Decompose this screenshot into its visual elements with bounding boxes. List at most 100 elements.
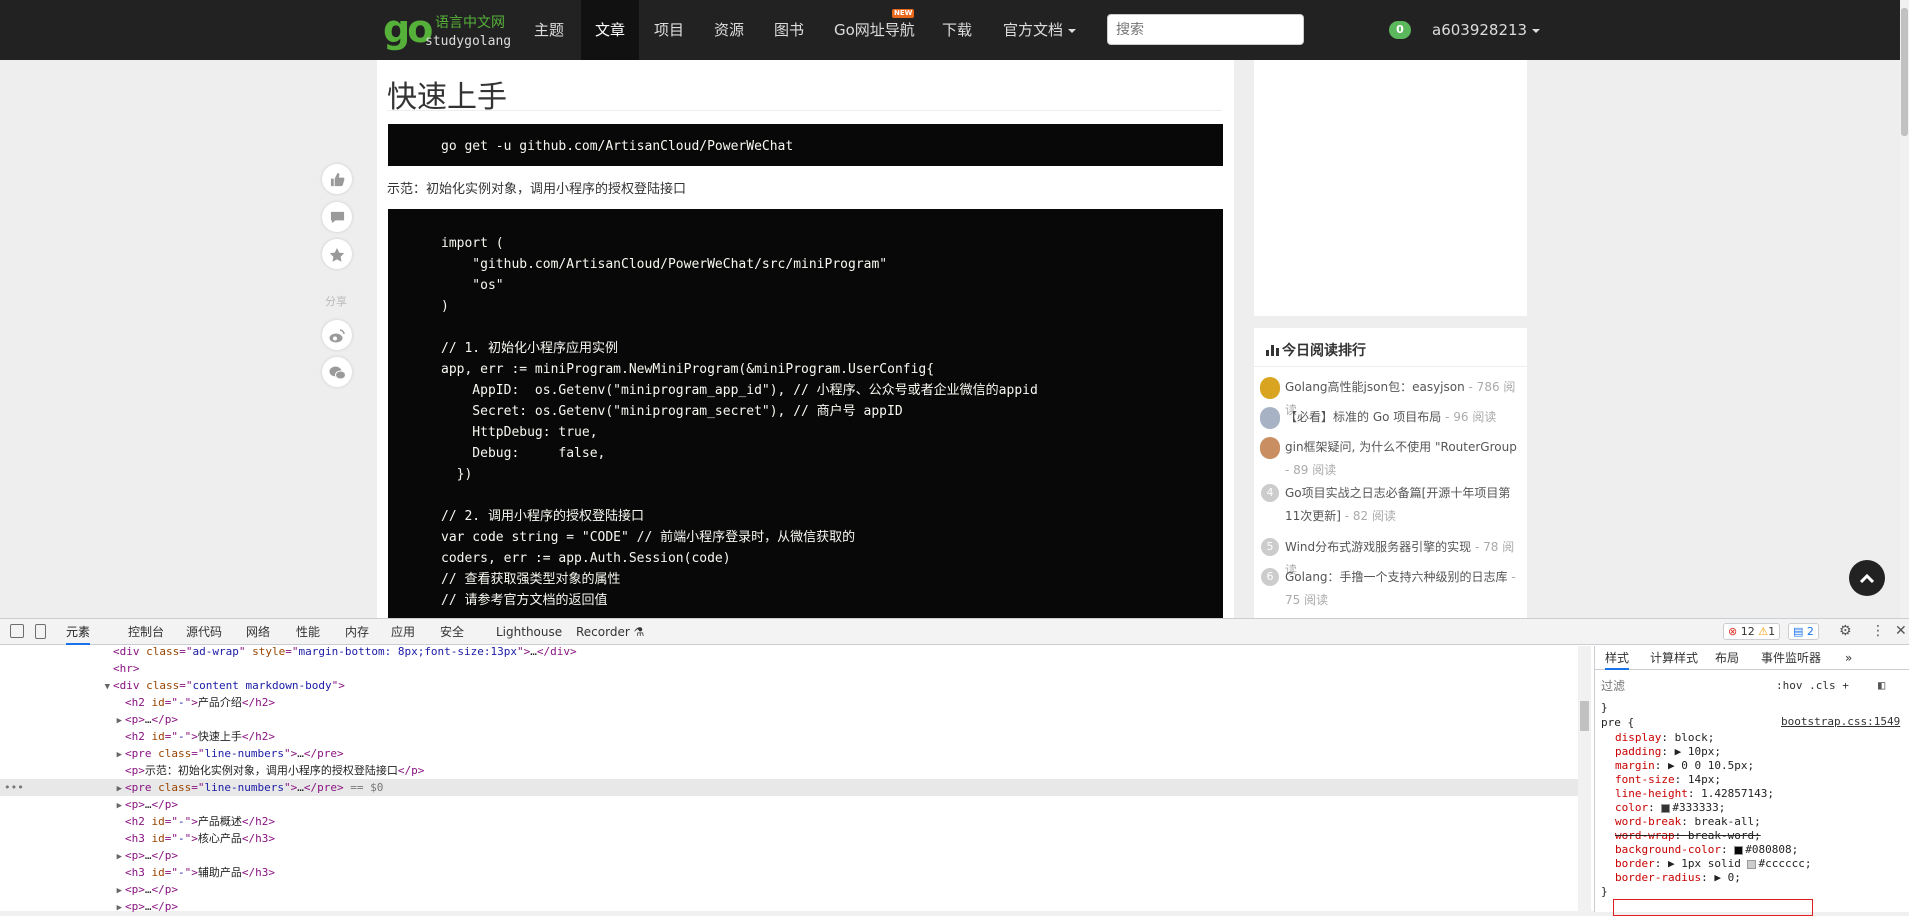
selected-dom-node[interactable]: ••• ▶ <pre class="line-numbers">…</pre> ==…: [0, 779, 1578, 796]
nav-downloads[interactable]: 下载: [942, 0, 972, 60]
dom-node[interactable]: ▶ <p>…</p>: [0, 898, 178, 912]
dom-node[interactable]: ▶ <p>…</p>: [0, 847, 178, 864]
node-actions-icon[interactable]: •••: [4, 779, 24, 796]
color-swatch-icon[interactable]: [1661, 803, 1671, 813]
close-icon[interactable]: ✕: [1895, 623, 1907, 640]
nav-topics[interactable]: 主题: [534, 0, 564, 60]
dom-token: <pre: [125, 781, 159, 794]
css-declaration[interactable]: word-break: break-all;: [1615, 815, 1761, 829]
device-toolbar-icon[interactable]: [35, 624, 46, 639]
styles-filter-tools[interactable]: :hov .cls +: [1776, 677, 1849, 695]
styles-tab[interactable]: 计算样式: [1650, 646, 1698, 670]
styles-tab[interactable]: »: [1845, 646, 1852, 670]
nav-books[interactable]: 图书: [774, 0, 804, 60]
color-swatch-icon[interactable]: [1747, 859, 1757, 869]
messages-counter[interactable]: ▤ 2: [1788, 623, 1819, 640]
css-declaration[interactable]: color: #333333;: [1615, 801, 1725, 815]
expand-arrow-icon[interactable]: ▶: [117, 784, 122, 794]
elements-scrollbar[interactable]: [1578, 646, 1591, 912]
dom-node[interactable]: <hr>: [0, 660, 140, 677]
expand-arrow-icon[interactable]: ▶: [117, 716, 122, 726]
devtools-tab[interactable]: 源代码: [186, 619, 222, 645]
expand-arrow-icon[interactable]: ▼: [105, 682, 110, 692]
css-declaration[interactable]: border-radius: ▶ 0;: [1615, 871, 1741, 885]
dom-token: id: [151, 815, 165, 828]
search-input[interactable]: [1107, 14, 1304, 45]
dom-node[interactable]: <h2 id="-">产品介绍</h2>: [0, 694, 275, 711]
styles-tab[interactable]: 布局: [1715, 646, 1739, 670]
css-declaration[interactable]: margin: ▶ 0 0 10.5px;: [1615, 759, 1754, 773]
dom-node[interactable]: <h2 id="-">快速上手</h2>: [0, 728, 275, 745]
like-button[interactable]: [322, 164, 352, 194]
rule-selector[interactable]: pre {: [1601, 716, 1634, 730]
user-menu[interactable]: a603928213: [1432, 0, 1541, 60]
devtools-tab[interactable]: 元素: [66, 619, 91, 645]
dom-node[interactable]: ▼ <div class="content markdown-body">: [0, 677, 345, 694]
back-to-top-button[interactable]: [1849, 560, 1885, 596]
elements-scrollbar-thumb[interactable]: [1580, 701, 1589, 731]
nav-official-docs[interactable]: 官方文档: [1003, 0, 1077, 60]
devtools-tab[interactable]: 性能: [296, 619, 320, 645]
styles-filter-input[interactable]: [1601, 677, 1771, 695]
devtools-tab[interactable]: 应用: [391, 619, 415, 645]
dom-node[interactable]: <h2 id="-">产品概述</h2>: [0, 813, 275, 830]
dom-token: </p>: [151, 798, 179, 811]
devtools-tab[interactable]: 控制台: [128, 619, 164, 645]
dom-token: <p>: [125, 713, 145, 726]
css-value: ▶ 0 0 10.5px;: [1668, 759, 1755, 772]
css-declaration[interactable]: display: block;: [1615, 731, 1714, 745]
rank-item[interactable]: 4 Go项目实战之日志必备篇[开源十年项目第11次更新] - 82 阅读: [1260, 482, 1524, 528]
dom-token: class: [158, 747, 192, 760]
devtools-tab[interactable]: Lighthouse: [496, 619, 562, 645]
page-scrollbar-thumb[interactable]: [1901, 8, 1908, 136]
css-declaration[interactable]: padding: ▶ 10px;: [1615, 745, 1721, 759]
dom-node[interactable]: ▶ <p>…</p>: [0, 796, 178, 813]
site-logo[interactable]: go 语言中文网 studygolang: [383, 9, 513, 53]
devtools-tab[interactable]: 安全: [440, 619, 464, 645]
inspect-element-icon[interactable]: [10, 624, 24, 638]
rank-item[interactable]: 【必看】标准的 Go 项目布局 - 96 阅读: [1260, 406, 1524, 429]
css-declaration[interactable]: word-wrap: break-word;: [1615, 829, 1761, 843]
message-count-badge[interactable]: 0: [1389, 21, 1411, 39]
dom-node[interactable]: <div class="ad-wrap" style="margin-botto…: [0, 646, 577, 660]
styles-tab[interactable]: 事件监听器: [1761, 646, 1821, 670]
devtools-tab[interactable]: 内存: [345, 619, 369, 645]
nav-resources[interactable]: 资源: [714, 0, 744, 60]
nav-projects[interactable]: 项目: [654, 0, 684, 60]
share-weibo-button[interactable]: [322, 320, 352, 350]
favorite-button[interactable]: [322, 239, 352, 269]
dom-token: style: [252, 646, 286, 658]
toggle-sidebar-icon[interactable]: ◧: [1878, 677, 1885, 694]
dom-node[interactable]: ▶ <pre class="line-numbers">…</pre>: [0, 745, 344, 762]
previous-rule-close: }: [1601, 701, 1608, 714]
expand-arrow-icon[interactable]: ▶: [117, 852, 122, 862]
dom-token: <p>: [125, 798, 145, 811]
nav-articles[interactable]: 文章: [581, 0, 640, 60]
styles-tab[interactable]: 样式: [1605, 646, 1630, 670]
dom-node[interactable]: <p>示范：初始化实例对象，调用小程序的授权登陆接口</p>: [0, 762, 424, 779]
page-scrollbar[interactable]: [1900, 0, 1909, 618]
comment-button[interactable]: [322, 202, 352, 232]
issue-counter[interactable]: ⊗ 12 ⚠1: [1723, 623, 1781, 640]
css-declaration[interactable]: line-height: 1.42857143;: [1615, 787, 1774, 801]
expand-arrow-icon[interactable]: ▶: [117, 801, 122, 811]
rank-item[interactable]: gin框架疑问, 为什么不使用 "RouterGroup - 89 阅读: [1260, 436, 1524, 482]
css-declaration[interactable]: background-color: #080808;: [1615, 843, 1798, 857]
css-value: 1.42857143;: [1701, 787, 1774, 800]
rank-item[interactable]: 6 Golang：手撸一个支持六种级别的日志库 - 75 阅读: [1260, 566, 1524, 612]
devtools-tab[interactable]: Recorder ⚗: [576, 619, 644, 645]
more-options-icon[interactable]: ⋮: [1871, 623, 1885, 640]
expand-arrow-icon[interactable]: ▶: [117, 886, 122, 896]
devtools-tab[interactable]: 网络: [246, 619, 270, 645]
css-declaration[interactable]: border: ▶ 1px solid #cccccc;: [1615, 857, 1811, 871]
dom-node[interactable]: <h3 id="-">辅助产品</h3>: [0, 864, 275, 881]
dom-node[interactable]: ▶ <p>…</p>: [0, 711, 178, 728]
css-declaration[interactable]: font-size: 14px;: [1615, 773, 1721, 787]
expand-arrow-icon[interactable]: ▶: [117, 750, 122, 760]
rule-source-link[interactable]: bootstrap.css:1549: [1781, 715, 1900, 728]
gear-icon[interactable]: ⚙: [1839, 623, 1852, 640]
dom-node[interactable]: <h3 id="-">核心产品</h3>: [0, 830, 275, 847]
share-wechat-button[interactable]: [322, 357, 352, 387]
dom-node[interactable]: ▶ <p>…</p>: [0, 881, 178, 898]
color-swatch-icon[interactable]: [1734, 845, 1744, 855]
